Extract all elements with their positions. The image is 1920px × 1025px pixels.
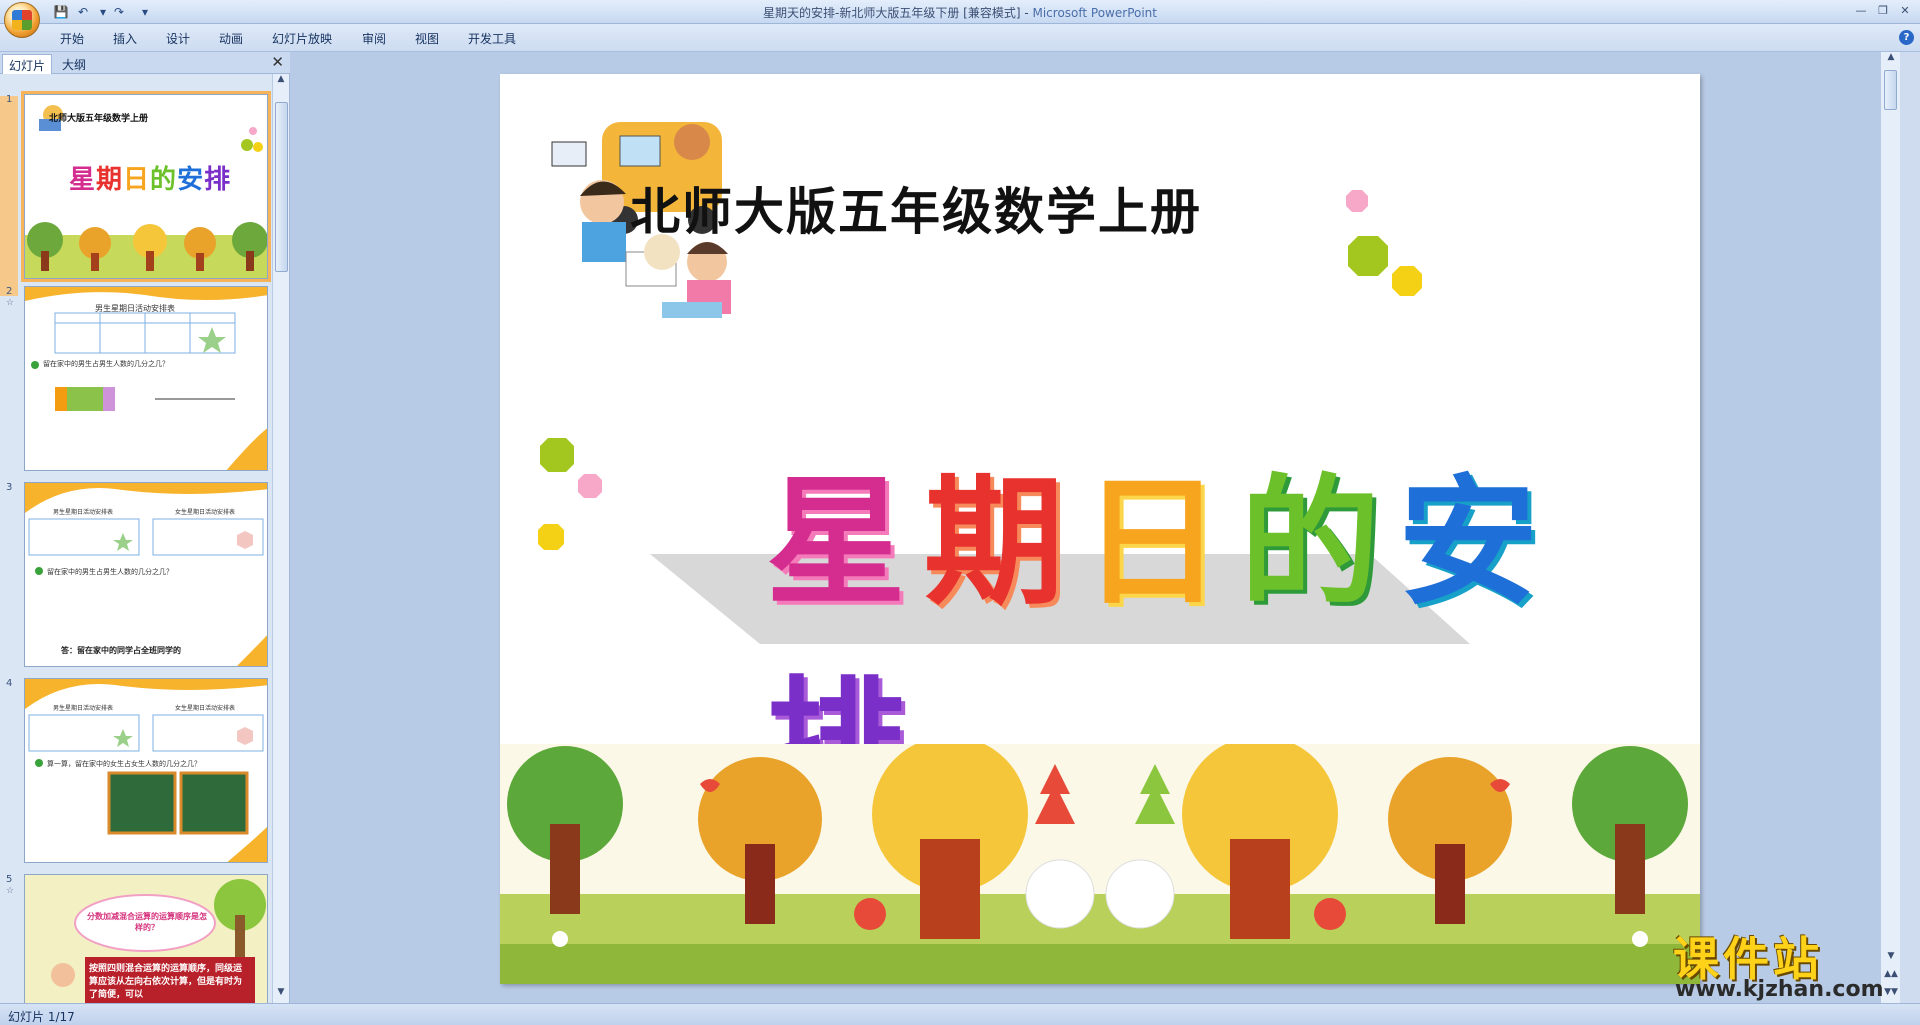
thumb-3-answer: 答：留在家中的同学占全班同学的 bbox=[61, 646, 181, 655]
thumb-number: 4 bbox=[6, 678, 13, 689]
thumb-4-table-title-1: 男生星期日活动安排表 bbox=[53, 705, 114, 712]
slide-thumbnail-3[interactable]: 男生星期日活动安排表 女生星期日活动安排表 留在家中的男生占男生人数的几分之几？… bbox=[24, 482, 268, 667]
thumb-number: 3 bbox=[6, 482, 13, 493]
slides-pane: 幻灯片 大纲 ✕ 1 北师大版五年级数学上册 星期日的安排 2 ☆ 男生星期日活… bbox=[0, 52, 290, 1003]
thumb-title-char: 的 bbox=[150, 165, 178, 195]
watermark-url: www.kjzhan.com bbox=[1675, 977, 1884, 1002]
pane-tabs: 幻灯片 大纲 ✕ bbox=[0, 52, 290, 74]
thumb-title-char: 安 bbox=[177, 165, 205, 195]
slide-thumbnail-1[interactable]: 北师大版五年级数学上册 星期日的安排 bbox=[21, 91, 271, 282]
tab-design[interactable]: 设计 bbox=[166, 30, 190, 47]
status-bar: 幻灯片 1/17 bbox=[0, 1003, 1920, 1025]
thumbnail-scrollbar[interactable]: ▲ ▼ bbox=[272, 74, 289, 1003]
thumb-title-char: 日 bbox=[123, 165, 151, 195]
tab-insert[interactable]: 插入 bbox=[113, 30, 137, 47]
thumb-3-question: 留在家中的男生占男生人数的几分之几？ bbox=[47, 568, 173, 576]
window-title: 星期天的安排-新北师大版五年级下册 [兼容模式] - Microsoft Pow… bbox=[0, 4, 1920, 21]
title-char: 的 bbox=[1240, 462, 1387, 625]
restore-icon[interactable]: ❐ bbox=[1872, 2, 1894, 18]
thumb-4-question: 算一算，留在家中的女生占女生人数的几分之几？ bbox=[47, 760, 201, 768]
title-char: 星 bbox=[766, 462, 913, 625]
tab-slideshow[interactable]: 幻灯片放映 bbox=[272, 30, 332, 47]
title-char: 安 bbox=[1398, 462, 1545, 625]
animation-star-icon: ☆ bbox=[6, 886, 15, 896]
tab-home[interactable]: 开始 bbox=[60, 30, 84, 47]
slide-thumbnail-4[interactable]: 男生星期日活动安排表 女生星期日活动安排表 算一算，留在家中的女生占女生人数的几… bbox=[24, 678, 268, 863]
scrollbar-thumb[interactable] bbox=[1884, 70, 1897, 110]
ribbon-tabs: 开始 插入 设计 动画 幻灯片放映 审阅 视图 开发工具 ? bbox=[0, 24, 1920, 52]
current-slide[interactable]: 北师大版五年级数学上册 星期日的安排 bbox=[500, 74, 1700, 984]
slide-counter: 幻灯片 1/17 bbox=[8, 1010, 75, 1024]
tab-review[interactable]: 审阅 bbox=[362, 30, 386, 47]
title-char: 日 bbox=[1082, 462, 1229, 625]
scroll-up-icon[interactable]: ▲ bbox=[1881, 52, 1901, 68]
tab-outline[interactable]: 大纲 bbox=[56, 54, 92, 74]
office-button[interactable] bbox=[4, 2, 40, 38]
close-pane-icon[interactable]: ✕ bbox=[271, 53, 284, 71]
slide-editing-area: 北师大版五年级数学上册 星期日的安排 bbox=[290, 52, 1900, 1003]
close-icon[interactable]: ✕ bbox=[1894, 2, 1916, 18]
tab-view[interactable]: 视图 bbox=[415, 30, 439, 47]
title-bar: 💾 ↶ ▾ ↷ ▾ 星期天的安排-新北师大版五年级下册 [兼容模式] - Mic… bbox=[0, 0, 1920, 38]
decor-octagons-right bbox=[1346, 190, 1422, 296]
title-char: 期 bbox=[924, 462, 1071, 625]
thumb-title-char: 排 bbox=[204, 165, 232, 195]
thumb-3-table-title-2: 女生星期日活动安排表 bbox=[175, 509, 236, 516]
thumb-2-table-title: 男生星期日活动安排表 bbox=[95, 304, 175, 313]
slide-thumbnail-2[interactable]: 男生星期日活动安排表 留在家中的男生占男生人数的几分之几？ bbox=[24, 286, 268, 471]
thumb-title-char: 星 bbox=[69, 165, 97, 195]
thumb-3-table-title-1: 男生星期日活动安排表 bbox=[53, 509, 114, 516]
app-name: Microsoft PowerPoint bbox=[1032, 6, 1157, 20]
thumb-number: 2 bbox=[6, 286, 13, 297]
thumb-5-bubble: 分数加减混合运算的运算顺序是怎样的？ bbox=[87, 912, 207, 932]
decor-octagons-left bbox=[538, 438, 602, 550]
document-name: 星期天的安排-新北师大版五年级下册 [兼容模式] - bbox=[763, 6, 1033, 20]
thumb-2-illustration bbox=[25, 287, 267, 470]
scroll-down-icon[interactable]: ▼ bbox=[273, 987, 289, 1003]
thumb-1-title: 星期日的安排 bbox=[69, 159, 231, 196]
tab-slides[interactable]: 幻灯片 bbox=[2, 54, 53, 74]
slide-thumbnail-5[interactable]: 分数加减混合运算的运算顺序是怎样的？ 按照四则混合运算的运算顺序，同级运算应该从… bbox=[24, 874, 268, 1003]
slide-scrollbar[interactable]: ▲ ▼ ▲▲ ▼▼ bbox=[1880, 52, 1900, 1003]
tab-animations[interactable]: 动画 bbox=[219, 30, 243, 47]
thumbnail-list: 1 北师大版五年级数学上册 星期日的安排 2 ☆ 男生星期日活动安排表 留在家中… bbox=[0, 74, 272, 1003]
thumb-1-subtitle: 北师大版五年级数学上册 bbox=[49, 114, 149, 124]
office-logo-icon bbox=[12, 10, 32, 30]
minimize-icon[interactable]: — bbox=[1850, 2, 1872, 18]
thumb-number: 1 bbox=[6, 94, 13, 105]
tab-developer[interactable]: 开发工具 bbox=[468, 30, 516, 47]
help-icon[interactable]: ? bbox=[1899, 30, 1914, 45]
thumb-2-question: 留在家中的男生占男生人数的几分之几？ bbox=[43, 360, 169, 368]
thumb-4-table-title-2: 女生星期日活动安排表 bbox=[175, 705, 236, 712]
selected-indicator bbox=[0, 96, 18, 296]
thumb-title-char: 期 bbox=[96, 165, 124, 195]
thumb-5-note: 按照四则混合运算的运算顺序，同级运算应该从左向右依次计算，但是有时为了简便，可以 bbox=[89, 964, 243, 1000]
forest-border-illustration bbox=[500, 744, 1700, 984]
scrollbar-thumb[interactable] bbox=[275, 102, 288, 272]
animation-star-icon: ☆ bbox=[6, 298, 15, 308]
slide-subtitle[interactable]: 北师大版五年级数学上册 bbox=[630, 172, 1202, 244]
thumb-number: 5 bbox=[6, 874, 13, 885]
watermark-logo: 课件站 www.kjzhan.com bbox=[1665, 923, 1905, 1003]
scroll-up-icon[interactable]: ▲ bbox=[273, 74, 289, 90]
